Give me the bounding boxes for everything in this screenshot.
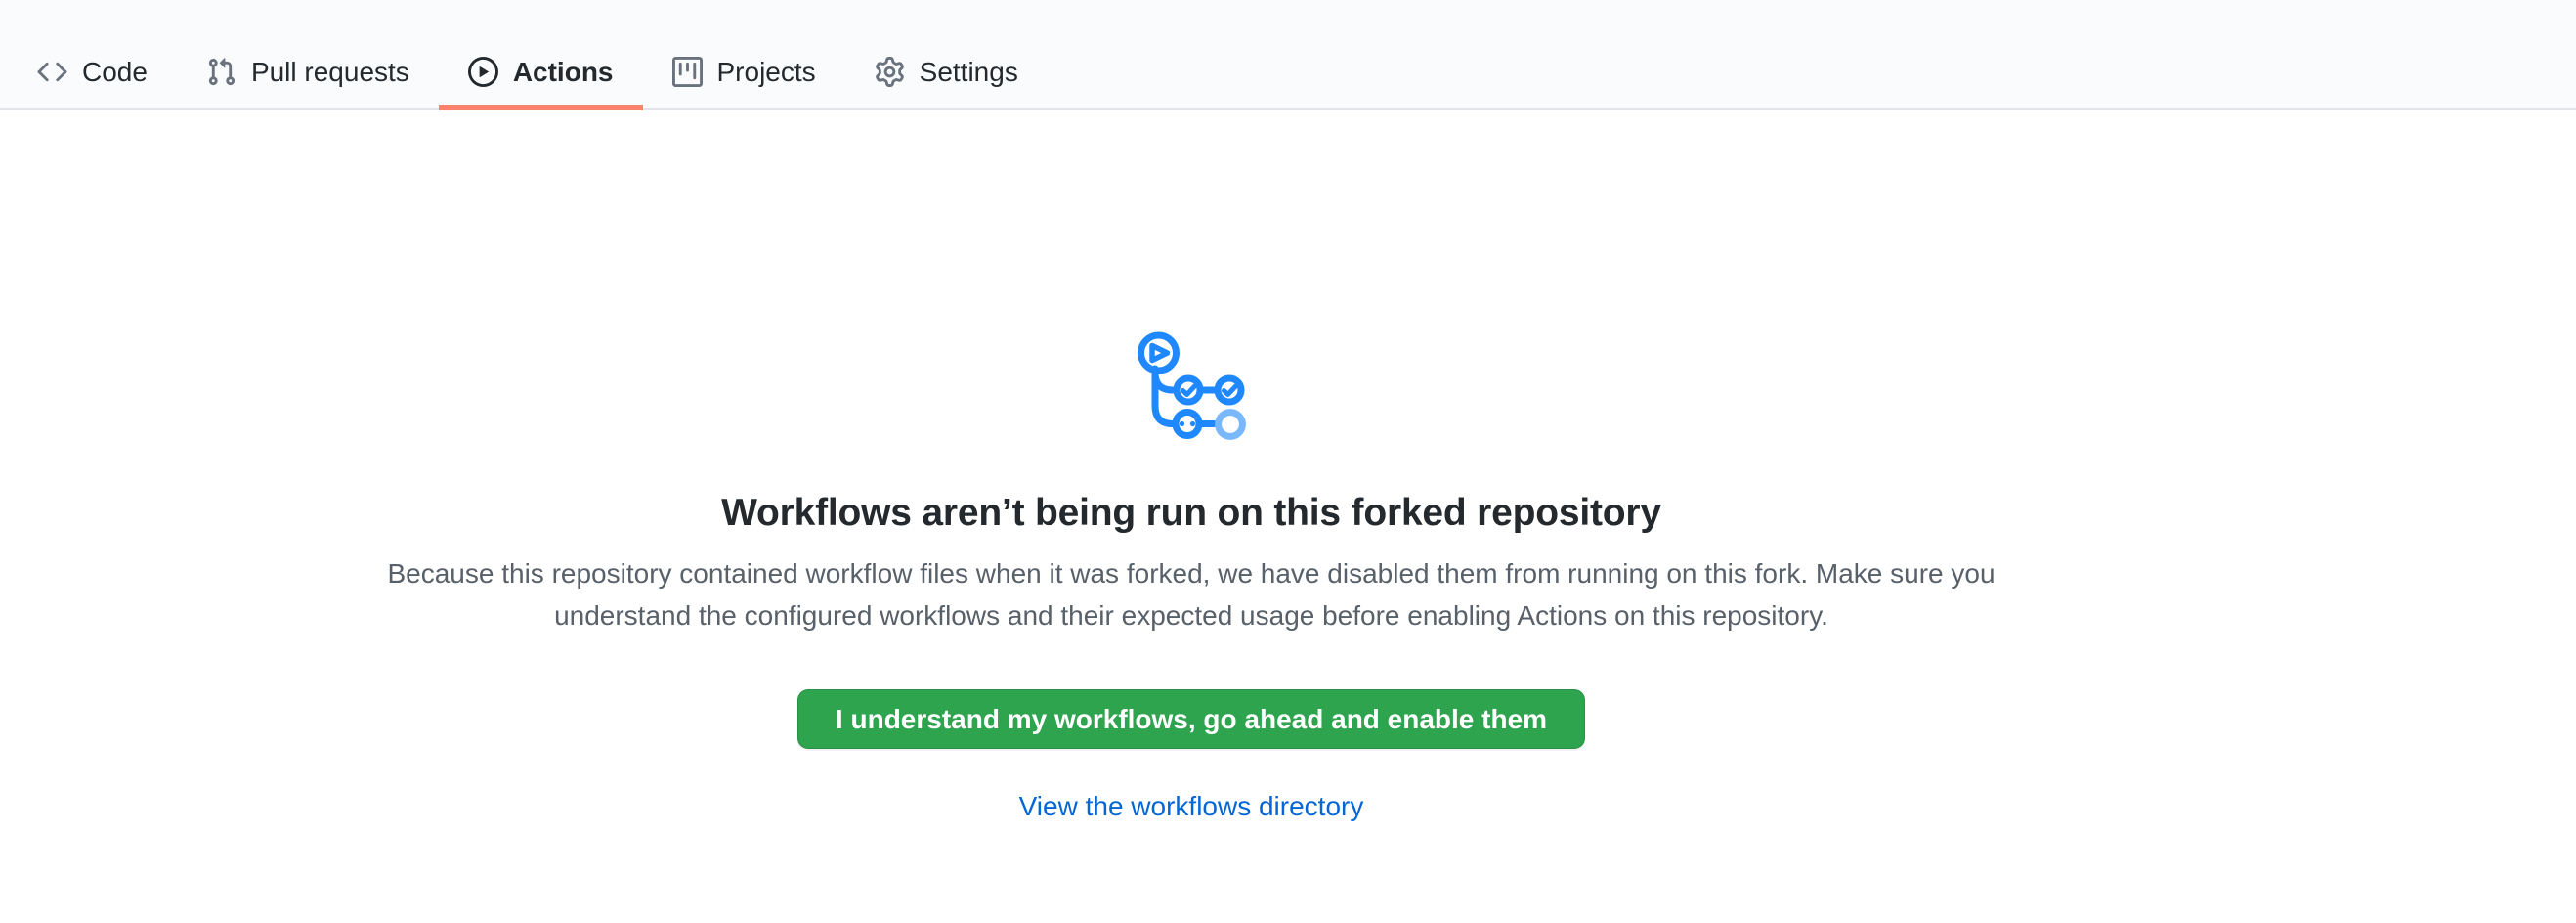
- pull-request-icon: [206, 57, 236, 87]
- blankslate-title: Workflows aren’t being run on this forke…: [0, 489, 2383, 538]
- tab-label: Pull requests: [251, 56, 409, 88]
- tab-settings[interactable]: Settings: [845, 56, 1048, 108]
- gear-icon: [875, 57, 905, 87]
- view-workflows-link[interactable]: View the workflows directory: [0, 790, 2383, 823]
- code-icon: [37, 57, 67, 87]
- repo-tab-bar: Code Pull requests Actions Projects Sett…: [0, 0, 2576, 110]
- enable-workflows-button[interactable]: I understand my workflows, go ahead and …: [797, 689, 1585, 749]
- tab-label: Actions: [513, 56, 614, 88]
- play-circle-icon: [468, 57, 498, 87]
- tab-actions[interactable]: Actions: [439, 56, 643, 108]
- workflow-graph-icon: [1136, 330, 1247, 441]
- tab-label: Code: [82, 56, 148, 88]
- actions-blankslate: Workflows aren’t being run on this forke…: [0, 110, 2383, 823]
- tab-label: Settings: [920, 56, 1018, 88]
- project-board-icon: [672, 57, 703, 87]
- tab-label: Projects: [717, 56, 816, 88]
- tab-pull-requests[interactable]: Pull requests: [177, 56, 439, 108]
- tab-code[interactable]: Code: [8, 56, 177, 108]
- tab-projects[interactable]: Projects: [643, 56, 845, 108]
- blankslate-description: Because this repository contained workfl…: [351, 552, 2032, 637]
